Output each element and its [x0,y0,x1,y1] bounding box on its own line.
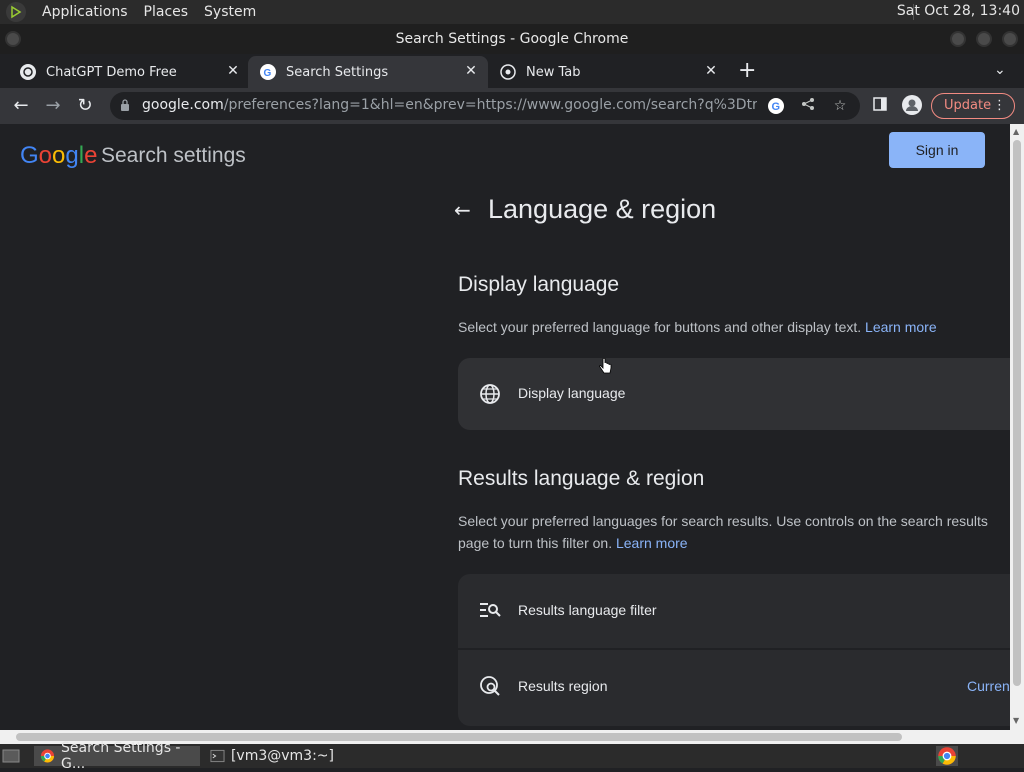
os-menu-applications[interactable]: Applications [34,4,136,20]
hand-cursor-icon [599,358,612,374]
results-language-filter-label: Results language filter [518,602,657,618]
google-logo[interactable]: Google [20,142,97,170]
window-menu-icon[interactable] [5,31,21,47]
results-language-description: Select your preferred languages for sear… [458,513,988,551]
results-language-region-heading: Results language & region [458,467,705,490]
more-menu-icon[interactable]: ⋮ [993,94,1006,118]
tab-label: Search Settings [286,64,389,80]
terminal-icon [210,749,225,763]
svg-text:G: G [772,101,781,113]
results-language-filter-card[interactable]: Results language filter [458,574,1010,648]
results-region-label: Results region [518,678,608,694]
svg-text:G: G [264,68,272,78]
tab-new-tab[interactable]: New Tab ✕ [488,56,728,88]
google-favicon-icon: G [260,64,276,80]
chrome-favicon-icon [500,64,516,80]
update-button[interactable]: Update ⋮ [931,93,1015,119]
back-button[interactable]: ← [10,95,32,117]
results-learn-more-link[interactable]: Learn more [616,535,688,551]
new-tab-button[interactable]: + [738,60,756,82]
share-icon[interactable] [799,97,817,115]
page-viewport: Google Search settings Sign in ← Languag… [0,124,1010,730]
display-language-learn-more-link[interactable]: Learn more [865,319,937,335]
back-arrow-icon[interactable]: ← [454,200,474,220]
bookmark-star-icon[interactable]: ☆ [831,97,849,115]
tab-label: ChatGPT Demo Free [46,64,177,80]
display-language-heading: Display language [458,273,620,296]
close-tab-icon[interactable]: ✕ [226,64,240,78]
results-region-value[interactable]: Current [967,678,1010,694]
header-subtitle: Search settings [101,144,246,167]
window-titlebar: Search Settings - Google Chrome [0,24,1024,54]
tab-search-chevron-down-icon[interactable]: ⌄ [994,62,1006,78]
tab-search-settings[interactable]: G Search Settings ✕ [248,56,488,88]
tab-label: New Tab [526,64,581,80]
google-lens-icon[interactable]: G [767,97,785,115]
os-menu-system[interactable]: System [196,4,264,20]
url-text[interactable]: google.com/preferences?lang=1&hl=en&prev… [142,97,757,113]
chrome-icon [40,749,55,763]
lock-icon[interactable] [120,99,130,111]
address-bar[interactable]: google.com/preferences?lang=1&hl=en&prev… [110,92,860,120]
close-window-icon[interactable] [1002,31,1018,47]
taskbar-item-terminal[interactable]: [vm3@vm3:~] [204,746,334,766]
maximize-icon[interactable] [976,31,992,47]
tab-chatgpt[interactable]: ChatGPT Demo Free ✕ [0,56,248,88]
globe-icon [480,384,500,404]
display-language-description: Select your preferred language for butto… [458,319,937,335]
show-desktop-icon[interactable] [2,746,24,766]
sign-in-button[interactable]: Sign in [889,132,985,168]
tab-strip: ChatGPT Demo Free ✕ G Search Settings ✕ … [0,54,1024,88]
os-taskbar: Search Settings - G... [vm3@vm3:~] [0,740,1024,772]
os-top-panel: Applications Places System Sat Oct 28, 1… [0,0,1024,24]
os-clock[interactable]: Sat Oct 28, 13:40 [897,3,1020,19]
profile-avatar-icon[interactable] [901,95,923,117]
taskbar-item-chrome[interactable]: Search Settings - G... [34,740,200,772]
filter-search-icon [480,603,501,617]
vertical-scroll-thumb[interactable] [1013,140,1021,686]
results-region-card[interactable]: Results region Current [458,650,1010,726]
tray-chrome-icon[interactable] [936,746,958,766]
scrollbar-corner [1010,730,1024,744]
close-tab-icon[interactable]: ✕ [704,64,718,78]
side-panel-icon[interactable] [869,95,891,117]
scroll-up-icon[interactable]: ▲ [1013,127,1021,136]
browser-toolbar: ← → ↻ google.com/preferences?lang=1&hl=e… [0,88,1024,124]
display-language-card-label: Display language [518,385,626,401]
region-search-icon [480,676,500,696]
os-logo-icon[interactable] [6,2,26,22]
chatgpt-favicon-icon [20,64,36,80]
vertical-scrollbar[interactable]: ▲ ▼ [1010,124,1024,730]
os-menu-places[interactable]: Places [136,4,197,20]
minimize-icon[interactable] [950,31,966,47]
page-title: Language & region [488,194,717,224]
window-title: Search Settings - Google Chrome [395,31,629,47]
scroll-down-icon[interactable]: ▼ [1013,716,1021,725]
forward-button[interactable]: → [42,95,64,117]
display-language-card[interactable]: Display language [458,358,1010,430]
reload-button[interactable]: ↻ [74,95,96,117]
close-tab-icon[interactable]: ✕ [464,64,478,78]
